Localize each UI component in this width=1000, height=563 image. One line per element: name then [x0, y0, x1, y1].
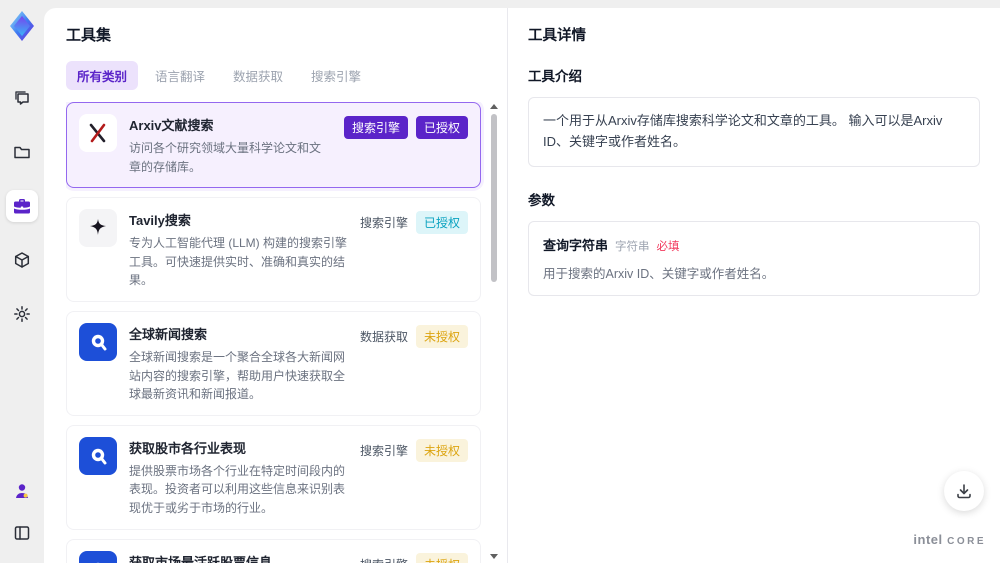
tool-badges: 搜索引擎 已授权 — [343, 114, 468, 139]
tool-intro-box: 一个用于从Arxiv存储库搜索科学论文和文章的工具。 输入可以是Arxiv ID… — [528, 97, 980, 167]
globe-news-icon — [79, 550, 117, 563]
intro-heading: 工具介绍 — [528, 69, 582, 84]
tool-info: 获取股市各行业表现提供股票市场各个行业在特定时间段内的表现。投资者可以利用这些信… — [129, 437, 348, 518]
brand-intel-text: intel — [913, 532, 943, 548]
download-icon — [955, 482, 973, 500]
gear-icon — [12, 304, 32, 324]
tool-info: 获取市场最活跃股票信息提供当天交易量最高的股票列表，投资者可以利用这些信息来识别… — [129, 551, 348, 563]
brand-core-text: CORE — [947, 536, 986, 548]
param-name: 查询字符串 — [543, 237, 609, 253]
tool-name: Arxiv文献搜索 — [129, 118, 214, 133]
category-tabs: 所有类别 语言翻译 数据获取 搜索引擎 — [66, 61, 507, 90]
tool-badges: 数据获取 未授权 — [360, 323, 468, 348]
tab-category-2[interactable]: 数据获取 — [222, 61, 294, 90]
parameter-box: 查询字符串 字符串 必填 用于搜索的Arxiv ID、关键字或作者姓名。 — [528, 220, 980, 296]
auth-status-badge: 未授权 — [415, 438, 468, 462]
sidebar-item-user[interactable] — [6, 475, 38, 507]
detail-title: 工具详情 — [528, 28, 586, 44]
sidebar-item-toolbox[interactable] — [6, 190, 38, 222]
panel-icon — [12, 523, 32, 543]
scroll-down-arrow[interactable] — [490, 554, 498, 559]
tool-name: Tavily搜索 — [129, 213, 191, 229]
tab-category-3[interactable]: 搜索引擎 — [300, 61, 372, 90]
tool-card[interactable]: Arxiv文献搜索访问各个研究领域大量科学论文和文章的存储库。 搜索引擎 已授权 — [66, 102, 481, 189]
tool-name: 全球新闻搜索 — [129, 326, 208, 342]
download-button[interactable] — [944, 471, 984, 511]
tool-detail-panel: 工具详情 工具介绍 一个用于从Arxiv存储库搜索科学论文和文章的工具。 输入可… — [508, 8, 1000, 563]
sparkle-icon — [79, 209, 117, 248]
category-badge: 搜索引擎 — [359, 443, 408, 458]
cube-icon — [12, 250, 32, 270]
sidebar-item-folder[interactable] — [6, 136, 38, 168]
auth-status-badge: 未授权 — [415, 552, 468, 563]
page-title: 工具集 — [66, 27, 112, 44]
tool-description: 访问各个研究领域大量科学论文和文章的存储库。 — [129, 141, 322, 174]
arxiv-icon — [79, 114, 117, 152]
intel-core-logo: intel CORE — [913, 531, 986, 549]
param-description: 用于搜索的Arxiv ID、关键字或作者姓名。 — [543, 266, 775, 281]
scrollbar — [489, 102, 499, 561]
tool-info: 全球新闻搜索全球新闻搜索是一个聚合全球各大新闻网站内容的搜索引擎，帮助用户快速获… — [129, 323, 348, 404]
user-icon — [12, 481, 32, 501]
folder-icon — [12, 142, 32, 162]
category-badge: 搜索引擎 — [360, 556, 408, 563]
auth-status-badge: 已授权 — [415, 211, 468, 235]
category-badge: 搜索引擎 — [359, 216, 408, 231]
tool-badges: 搜索引擎 已授权 — [359, 209, 468, 235]
tool-description: 全球新闻搜索是一个聚合全球各大新闻网站内容的搜索引擎，帮助用户快速获取全球最新资… — [129, 349, 346, 402]
app-sidebar — [0, 0, 44, 563]
tool-card[interactable]: 获取市场最活跃股票信息提供当天交易量最高的股票列表，投资者可以利用这些信息来识别… — [66, 538, 481, 563]
tab-category-0[interactable]: 所有类别 — [66, 61, 139, 90]
tool-info: Tavily搜索专为人工智能代理 (LLM) 构建的搜索引擎工具。可快速提供实时… — [129, 209, 348, 290]
scroll-up-arrow[interactable] — [490, 104, 498, 109]
category-badge: 数据获取 — [359, 329, 408, 344]
auth-status-badge: 未授权 — [415, 324, 468, 348]
tool-card[interactable]: Tavily搜索专为人工智能代理 (LLM) 构建的搜索引擎工具。可快速提供实时… — [66, 197, 481, 302]
globe-news-icon — [79, 322, 117, 361]
sidebar-item-chat[interactable] — [6, 82, 38, 114]
app-logo gem-logo-icon — [7, 10, 37, 42]
main-content: 工具集 所有类别 语言翻译 数据获取 搜索引擎 Arxiv文献搜索 访问各个研究领域大量… — [44, 8, 1000, 563]
auth-status-badge: 已授权 — [415, 116, 468, 139]
params-heading: 参数 — [528, 192, 555, 208]
chat-icon — [12, 88, 32, 108]
sidebar-item-panel[interactable] — [6, 517, 38, 549]
tool-list-panel: 工具集 所有类别 语言翻译 数据获取 搜索引擎 Arxiv文献搜索 访问各个研究领域大量… — [44, 8, 508, 563]
tool-list-scroll-area: Arxiv文献搜索 访问各个研究领域大量科学论文和文章的存储库。 搜索引擎 已授权 Ta… — [66, 102, 507, 563]
tool-info: Arxiv文献搜索访问各个研究领域大量科学论文和文章的存储库。 — [129, 114, 332, 176]
tool-description: 专为人工智能代理 (LLM) 构建的搜索引擎工具。可快速提供实时、准确和真实的结… — [129, 236, 348, 288]
param-type: 字符串 — [615, 240, 650, 253]
category-badge: 搜索引擎 — [343, 116, 408, 139]
tool-badges: 搜索引擎未授权 — [360, 437, 468, 462]
tool-description: 提供股票市场各个行业在特定时间段内的表现。投资者可以利用这些信息来识别表现优于或… — [129, 463, 346, 515]
tool-badges: 搜索引擎未授权 — [360, 551, 468, 563]
tool-name: 获取市场最活跃股票信息 — [129, 554, 273, 563]
tool-card[interactable]: 获取股市各行业表现提供股票市场各个行业在特定时间段内的表现。投资者可以利用这些信… — [66, 424, 481, 530]
sidebar-item-cube[interactable] — [6, 244, 38, 276]
sidebar-item-settings[interactable] — [6, 298, 38, 330]
tool-card[interactable]: 全球新闻搜索全球新闻搜索是一个聚合全球各大新闻网站内容的搜索引擎，帮助用户快速获… — [66, 310, 481, 416]
tool-name: 获取股市各行业表现 — [129, 440, 247, 456]
tab-category-1[interactable]: 语言翻译 — [144, 61, 216, 90]
param-required-flag: 必填 — [656, 240, 680, 253]
globe-news-icon — [79, 436, 117, 475]
scrollbar-thumb[interactable] — [491, 114, 497, 282]
toolbox-icon — [12, 196, 32, 216]
